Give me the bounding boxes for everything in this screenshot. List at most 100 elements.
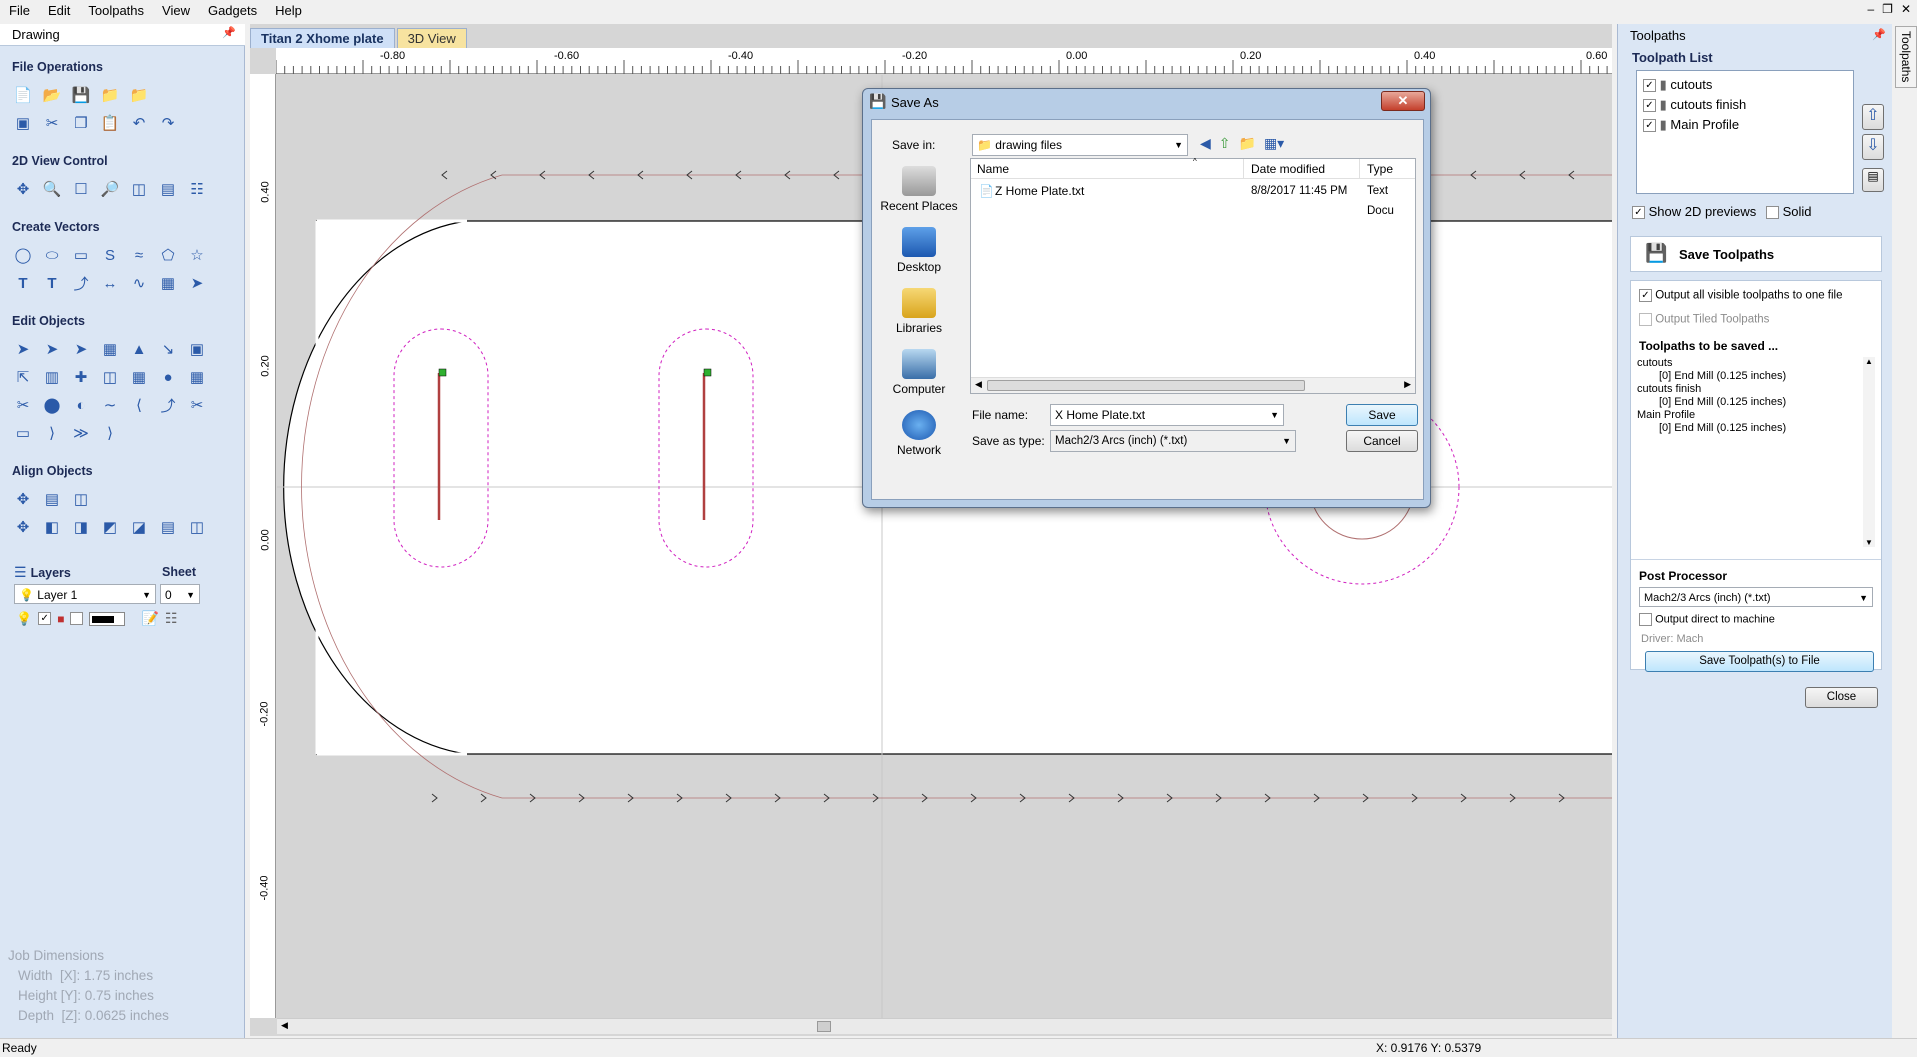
tab-3d-view[interactable]: 3D View [396, 28, 467, 48]
save-toolpaths-to-file-button[interactable]: Save Toolpath(s) to File [1645, 651, 1874, 672]
transform-icon[interactable]: ▦ [99, 338, 121, 360]
view-menu-icon[interactable]: ▦▾ [1264, 135, 1284, 152]
open-folder-icon[interactable]: 📂 [41, 84, 63, 106]
polygon-icon[interactable]: ⬠ [157, 244, 179, 266]
align-vertical-icon[interactable]: ◫ [70, 488, 92, 510]
smooth-icon[interactable]: ∼ [99, 394, 121, 416]
file-row[interactable]: 📄 Z Home Plate.txt 8/8/2017 11:45 PM Tex… [971, 181, 1415, 217]
cut-icon[interactable]: ✂ [41, 112, 63, 134]
move-icon[interactable]: ⇱ [12, 366, 34, 388]
save-button[interactable]: Save [1346, 404, 1418, 426]
menu-view[interactable]: View [153, 0, 199, 21]
save-in-select[interactable]: 📁 drawing files ▼ [972, 134, 1188, 156]
split-view-icon[interactable]: ◫ [128, 178, 150, 200]
toolpath-props-button[interactable]: ▤ [1862, 168, 1884, 192]
export-icon[interactable]: 📁 [128, 84, 150, 106]
mirror-icon[interactable]: ▲ [128, 338, 150, 360]
layer-option-checkbox[interactable] [70, 612, 84, 625]
align-right-icon[interactable]: ◨ [70, 516, 92, 538]
star-icon[interactable]: ☆ [186, 244, 208, 266]
distribute-vertical-icon[interactable]: ◫ [186, 516, 208, 538]
solid-option[interactable]: Solid [1766, 204, 1812, 220]
dimension-icon[interactable]: ↔ [99, 272, 121, 294]
layer-bulb-icon[interactable]: 💡 [16, 611, 32, 627]
save-icon[interactable]: 💾 [70, 84, 92, 106]
pin-icon[interactable]: 📌 [222, 26, 236, 39]
extend-icon[interactable]: ⟩ [41, 422, 63, 444]
file-name-input[interactable]: X Home Plate.txt ▼ [1050, 404, 1284, 426]
toolpath-item-cutouts[interactable]: ✓ ▮ cutouts [1643, 75, 1853, 95]
cancel-button[interactable]: Cancel [1346, 430, 1418, 452]
column-date-modified[interactable]: Date modified [1251, 159, 1325, 179]
tab-titan-plate[interactable]: Titan 2 Xhome plate [250, 28, 395, 48]
scroll-right-icon[interactable]: ▶ [1404, 379, 1411, 390]
bridge-icon[interactable]: ⟩ [99, 422, 121, 444]
measure-icon[interactable]: ↘ [157, 338, 179, 360]
offset-icon[interactable]: ⬤ [41, 394, 63, 416]
minimize-icon[interactable]: – [1867, 2, 1874, 16]
show-previews-option[interactable]: ✓ Show 2D previews [1632, 204, 1756, 220]
toolpaths-vertical-tab[interactable]: Toolpaths [1895, 26, 1917, 88]
scroll-up-icon[interactable]: ▲ [1865, 357, 1873, 366]
move-up-button[interactable]: ⇧ [1862, 104, 1884, 130]
color-swatch[interactable] [89, 611, 126, 626]
layer-visible-checkbox[interactable]: ✓ [38, 612, 52, 625]
place-network[interactable]: Network [879, 410, 959, 457]
copy-icon[interactable]: ❐ [70, 112, 92, 134]
align-center-page-icon[interactable]: ✥ [12, 488, 34, 510]
scroll-thumb[interactable] [987, 380, 1305, 391]
close-vector-icon[interactable]: ▭ [12, 422, 34, 444]
polyline-icon[interactable]: S [99, 244, 121, 266]
new-file-icon[interactable]: 📄 [12, 84, 34, 106]
fillet-icon[interactable]: ➤ [186, 272, 208, 294]
zoom-box-icon[interactable]: 🔍 [41, 178, 63, 200]
menu-file[interactable]: File [0, 0, 39, 21]
size-icon[interactable]: ▥ [41, 366, 63, 388]
autolayout-text-icon[interactable]: T [41, 272, 63, 294]
rectangle-icon[interactable]: ▭ [70, 244, 92, 266]
align-left-icon[interactable]: ◧ [41, 516, 63, 538]
back-icon[interactable]: ◀ [1200, 135, 1211, 152]
menu-help[interactable]: Help [266, 0, 311, 21]
scroll-thumb[interactable] [817, 1021, 831, 1032]
place-computer[interactable]: Computer [879, 349, 959, 396]
restore-icon[interactable]: ❐ [1882, 2, 1893, 16]
menu-toolpaths[interactable]: Toolpaths [79, 0, 153, 21]
node-edit-icon[interactable]: ➤ [41, 338, 63, 360]
horizontal-scrollbar[interactable]: ◀ [277, 1018, 1612, 1034]
scroll-down-icon[interactable]: ▼ [1865, 538, 1873, 547]
undo-icon[interactable]: ↶ [128, 112, 150, 134]
file-list-hscrollbar[interactable]: ◀ ▶ [971, 377, 1415, 393]
mirror-vertical-icon[interactable]: ◫ [99, 366, 121, 388]
pan-icon[interactable]: ✥ [12, 178, 34, 200]
array-icon[interactable]: ▦ [157, 272, 179, 294]
layer-properties-icon[interactable]: 📝 [141, 610, 158, 627]
up-folder-icon[interactable]: ⇧ [1219, 135, 1231, 152]
new-folder-icon[interactable]: 📁 [1239, 135, 1256, 152]
save-list-scrollbar[interactable]: ▲ ▼ [1863, 357, 1875, 547]
trim-icon[interactable]: ✂ [12, 394, 34, 416]
weld-icon[interactable]: ▦ [186, 366, 208, 388]
import-icon[interactable]: 📁 [99, 84, 121, 106]
redo-icon[interactable]: ↷ [157, 112, 179, 134]
column-name[interactable]: Name [977, 159, 1009, 179]
close-icon[interactable]: ✕ [1901, 2, 1911, 16]
tangent-icon[interactable]: ⟨ [128, 394, 150, 416]
job-setup-icon[interactable]: ▣ [12, 112, 34, 134]
join-icon[interactable]: ● [157, 366, 179, 388]
place-libraries[interactable]: Libraries [879, 288, 959, 335]
tile-view-icon[interactable]: ▤ [157, 178, 179, 200]
post-processor-select[interactable]: Mach2/3 Arcs (inch) (*.txt) ▼ [1639, 587, 1873, 607]
output-all-checkbox[interactable]: ✓ Output all visible toolpaths to one fi… [1639, 289, 1843, 302]
align-centers-icon[interactable]: ✥ [12, 516, 34, 538]
curve-icon[interactable]: ≈ [128, 244, 150, 266]
zoom-extents-icon[interactable]: ☐ [70, 178, 92, 200]
save-as-type-select[interactable]: Mach2/3 Arcs (inch) (*.txt) ▼ [1050, 430, 1296, 452]
curve-fit-icon[interactable]: ⤴ [157, 394, 179, 416]
zoom-selection-icon[interactable]: 🔎 [99, 178, 121, 200]
menu-edit[interactable]: Edit [39, 0, 79, 21]
scissors-icon[interactable]: ✂ [186, 394, 208, 416]
bitmap-trace-icon[interactable]: ∿ [128, 272, 150, 294]
paste-icon[interactable]: 📋 [99, 112, 121, 134]
close-button[interactable]: Close [1805, 687, 1878, 708]
